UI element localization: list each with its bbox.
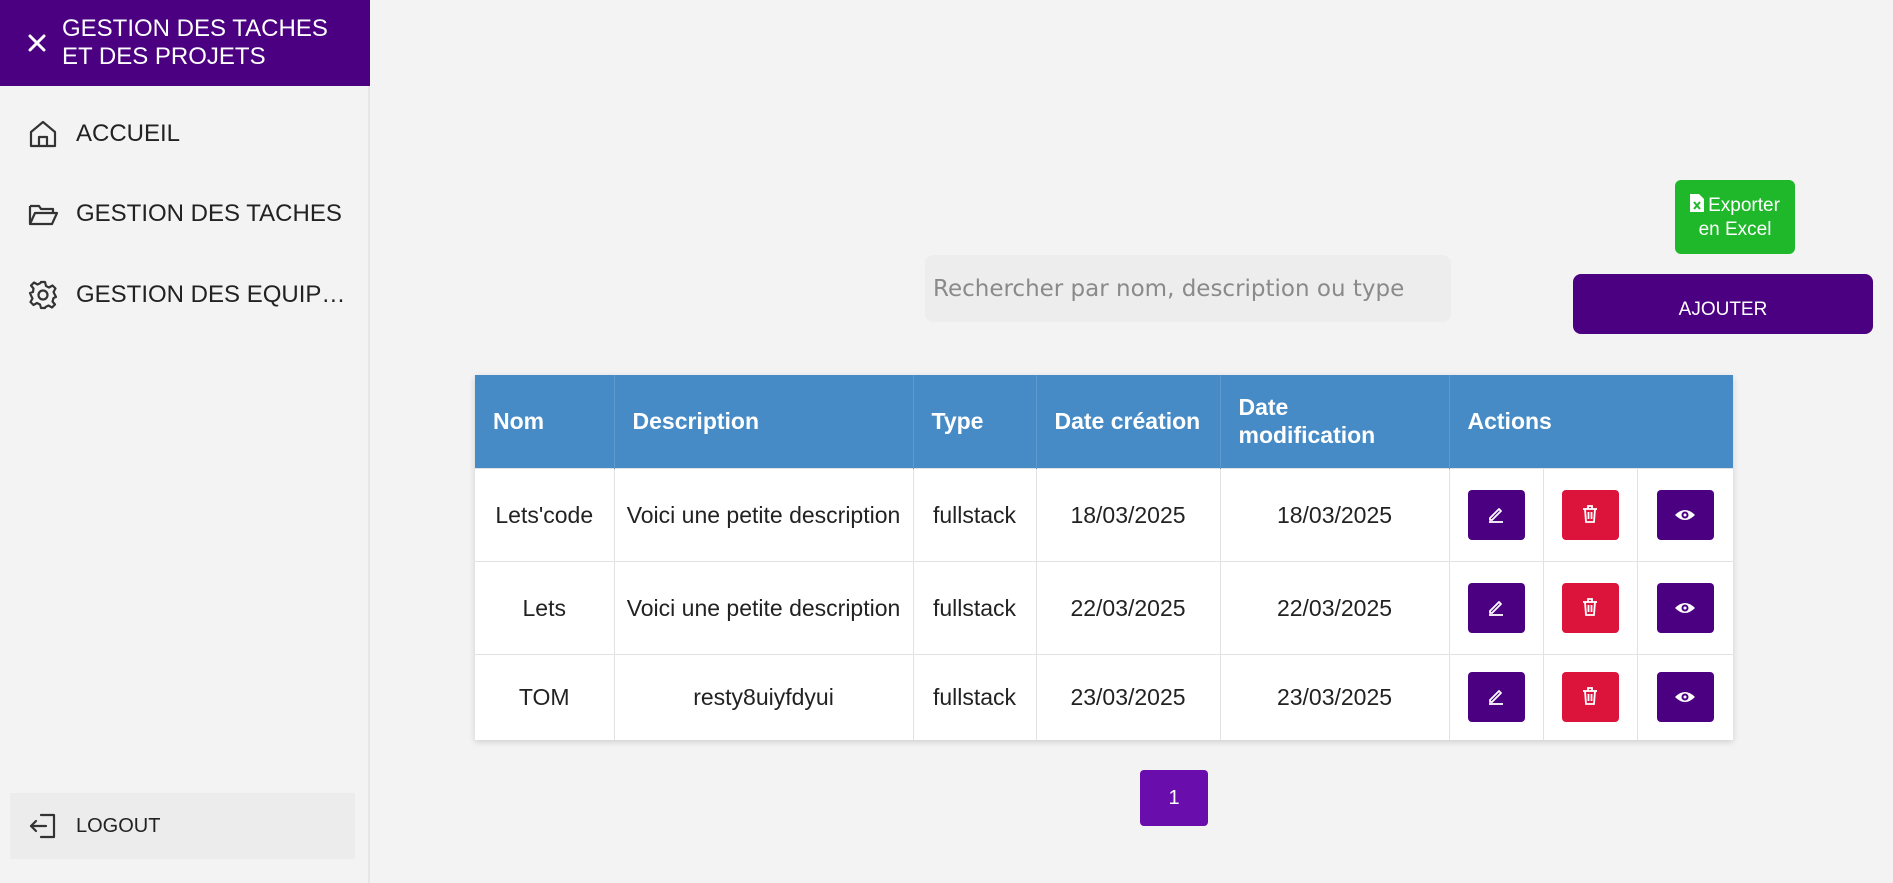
cell-description: Voici une petite description bbox=[614, 560, 914, 654]
cell-type: fullstack bbox=[913, 560, 1037, 654]
cell-description: resty8uiyfdyui bbox=[614, 653, 914, 740]
table-row: Lets'code Voici une petite description f… bbox=[475, 467, 1733, 561]
pencil-icon bbox=[1487, 501, 1505, 529]
folder-open-icon bbox=[26, 197, 60, 231]
page-number: 1 bbox=[1168, 786, 1180, 809]
view-button[interactable] bbox=[1656, 582, 1714, 633]
table-row: Lets Voici une petite description fullst… bbox=[475, 560, 1733, 654]
cell-delete bbox=[1543, 653, 1638, 740]
cell-date-creation: 23/03/2025 bbox=[1036, 653, 1221, 740]
sidebar-item-gestion-equipes[interactable]: GESTION DES EQUIPES bbox=[0, 265, 370, 325]
cell-delete bbox=[1543, 467, 1638, 561]
export-label-2: en Excel bbox=[1698, 218, 1772, 240]
add-button-label: AJOUTER bbox=[1678, 299, 1768, 320]
pencil-icon bbox=[1487, 594, 1505, 622]
cell-nom: TOM bbox=[475, 653, 615, 740]
eye-icon bbox=[1674, 594, 1696, 622]
cell-edit bbox=[1449, 653, 1544, 740]
pagination-page-button[interactable]: 1 bbox=[1140, 770, 1208, 826]
edit-button[interactable] bbox=[1467, 672, 1525, 723]
cell-view bbox=[1637, 560, 1733, 654]
trash-icon bbox=[1582, 594, 1598, 622]
header-type: Type bbox=[913, 375, 1037, 468]
cell-nom: Lets'code bbox=[475, 467, 615, 561]
eye-icon bbox=[1674, 501, 1696, 529]
sidebar: GESTION DES TACHES ET DES PROJETS ACCUEI… bbox=[0, 0, 370, 883]
view-button[interactable] bbox=[1656, 672, 1714, 723]
cell-date-modification: 23/03/2025 bbox=[1220, 653, 1450, 740]
header-date-modification: Date modification bbox=[1220, 375, 1450, 468]
sidebar-item-label: GESTION DES TACHES bbox=[76, 200, 342, 227]
table-header-row: Nom Description Type Date création Date … bbox=[475, 375, 1733, 468]
add-button[interactable]: AJOUTER bbox=[1573, 274, 1873, 334]
cell-date-creation: 18/03/2025 bbox=[1036, 467, 1221, 561]
cell-edit bbox=[1449, 467, 1544, 561]
cell-date-creation: 22/03/2025 bbox=[1036, 560, 1221, 654]
export-line1: Exporter bbox=[1690, 193, 1780, 218]
gear-icon bbox=[26, 278, 60, 312]
pencil-icon bbox=[1487, 683, 1505, 711]
cell-edit bbox=[1449, 560, 1544, 654]
edit-button[interactable] bbox=[1467, 582, 1525, 633]
sidebar-item-gestion-taches[interactable]: GESTION DES TACHES bbox=[0, 184, 370, 244]
cell-date-modification: 22/03/2025 bbox=[1220, 560, 1450, 654]
header-description: Description bbox=[614, 375, 914, 468]
projects-table: Nom Description Type Date création Date … bbox=[475, 375, 1733, 740]
logout-label: LOGOUT bbox=[76, 814, 161, 837]
sidebar-item-accueil[interactable]: ACCUEIL bbox=[0, 104, 370, 164]
edit-button[interactable] bbox=[1467, 489, 1525, 540]
logout-icon bbox=[26, 809, 60, 843]
app-title: GESTION DES TACHES ET DES PROJETS bbox=[62, 15, 328, 70]
cell-view bbox=[1637, 467, 1733, 561]
export-label-1: Exporter bbox=[1708, 195, 1780, 216]
cell-type: fullstack bbox=[913, 653, 1037, 740]
cell-description: Voici une petite description bbox=[614, 467, 914, 561]
header-actions: Actions bbox=[1449, 375, 1733, 468]
export-excel-button[interactable]: Exporter en Excel bbox=[1675, 180, 1795, 254]
delete-button[interactable] bbox=[1561, 672, 1619, 723]
search-input[interactable] bbox=[925, 255, 1451, 322]
cell-view bbox=[1637, 653, 1733, 740]
sidebar-item-label: GESTION DES EQUIPES bbox=[76, 281, 346, 308]
eye-icon bbox=[1674, 683, 1696, 711]
close-icon[interactable] bbox=[24, 30, 50, 56]
view-button[interactable] bbox=[1656, 489, 1714, 540]
excel-file-icon bbox=[1690, 193, 1705, 218]
sidebar-item-label: ACCUEIL bbox=[76, 120, 181, 147]
cell-nom: Lets bbox=[475, 560, 615, 654]
trash-icon bbox=[1582, 683, 1598, 711]
cell-type: fullstack bbox=[913, 467, 1037, 561]
delete-button[interactable] bbox=[1561, 582, 1619, 633]
trash-icon bbox=[1582, 501, 1598, 529]
header-nom: Nom bbox=[475, 375, 615, 468]
logout-button[interactable]: LOGOUT bbox=[10, 793, 355, 859]
sidebar-header: GESTION DES TACHES ET DES PROJETS bbox=[0, 0, 370, 86]
home-icon bbox=[26, 117, 60, 151]
delete-button[interactable] bbox=[1561, 489, 1619, 540]
cell-delete bbox=[1543, 560, 1638, 654]
table-row: TOM resty8uiyfdyui fullstack 23/03/2025 … bbox=[475, 653, 1733, 740]
cell-date-modification: 18/03/2025 bbox=[1220, 467, 1450, 561]
header-date-creation: Date création bbox=[1036, 375, 1221, 468]
